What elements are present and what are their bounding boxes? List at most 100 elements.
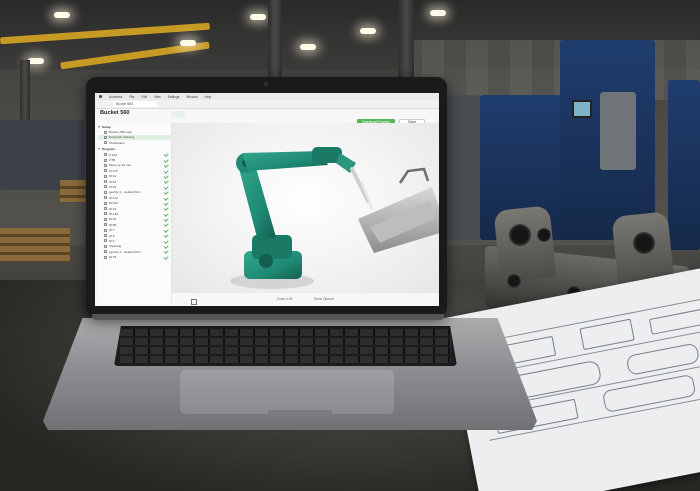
tree-item-label: Robotcell ordering <box>109 135 135 140</box>
tree-item-label: W:101 <box>109 201 118 206</box>
zoom-to-fit-link[interactable]: Zoom to fit <box>277 297 292 301</box>
tree-item[interactable]: W:79 <box>98 254 171 260</box>
ceiling-lamp <box>28 58 44 64</box>
ceiling-lamp <box>54 12 70 18</box>
machine-screen <box>572 100 592 118</box>
operation-icon <box>104 153 107 157</box>
check-icon <box>163 179 169 184</box>
operation-icon <box>104 201 107 205</box>
tree-item-label: W:4 <box>109 238 115 243</box>
laptop-trackpad <box>180 370 394 414</box>
menu-autodesk[interactable]: Autodesk <box>109 95 122 99</box>
menu-file[interactable]: File <box>129 95 134 99</box>
chevron-down-icon[interactable] <box>98 148 100 151</box>
3d-viewport[interactable] <box>172 123 439 293</box>
tool-icon <box>104 141 107 145</box>
file-icon <box>104 130 107 134</box>
program-tree-sidebar: Setup Bucket_560.step Robotcell ordering… <box>98 123 172 303</box>
check-icon <box>163 222 169 228</box>
operation-icon <box>104 217 107 221</box>
operation-icon <box>104 244 107 248</box>
check-icon <box>163 163 169 168</box>
operation-icon <box>104 228 107 232</box>
tree-item-label: W:79 <box>109 255 117 260</box>
tree-item-label: Cleaning <box>109 244 122 249</box>
steel-column <box>268 0 282 78</box>
app-menubar: Autodesk File Edit View Settings Window … <box>95 93 439 100</box>
ceiling-lamp <box>360 28 376 34</box>
chevron-down-icon[interactable] <box>98 125 100 128</box>
operation-icon <box>104 212 107 216</box>
factory-scene: Autodesk File Edit View Settings Window … <box>0 0 700 491</box>
tree-item-label: W:120 <box>109 211 118 216</box>
operation-icon <box>104 239 107 243</box>
program-list: Z:100 Z:55 Move up 10 mm W:113 W:12 W:19 W:22 g… <box>98 152 171 260</box>
robot-icon <box>104 135 107 139</box>
tree-group-label: Program <box>102 147 115 152</box>
check-icon <box>163 190 169 195</box>
tab-bar: Bucket 560 <box>95 100 439 109</box>
webcam <box>264 82 268 86</box>
check-icon <box>163 254 169 260</box>
tree-item-label: geoVle 2 - welded brim <box>109 249 141 254</box>
check-icon <box>163 152 169 157</box>
tree-item-label: Bucket_560.step <box>109 130 133 135</box>
operation-icon <box>104 180 107 184</box>
ceiling-lamp <box>250 14 266 20</box>
menu-help[interactable]: Help <box>205 95 212 99</box>
menu-settings[interactable]: Settings <box>168 95 180 99</box>
tree-item-label: W:19 <box>109 179 117 184</box>
tree-item-label: W:22 <box>109 184 117 189</box>
laptop-keyboard <box>114 326 457 366</box>
operation-icon <box>104 169 107 173</box>
tree-item-label: W:88 <box>109 222 117 227</box>
operation-icon <box>104 158 107 162</box>
robot-cell-render <box>230 147 439 289</box>
robot-arm <box>236 147 373 279</box>
check-icon <box>163 168 169 174</box>
ceiling-lamp <box>430 10 446 16</box>
tree-item-label: W:21 <box>109 206 117 211</box>
viewport-statusbar: Zoom to fit Show Options <box>172 294 439 304</box>
menu-window[interactable]: Window <box>186 95 197 99</box>
wooden-pallet <box>0 228 70 262</box>
tree-item-label: geoVle 1 - welded brim <box>109 190 141 195</box>
tree-item-label: W:94 <box>109 217 117 222</box>
check-icon <box>163 195 169 201</box>
check-icon <box>163 206 169 211</box>
check-icon <box>163 249 169 254</box>
apple-logo-icon <box>99 95 102 98</box>
laptop-lid-notch <box>268 410 332 416</box>
tree-item-label: W:6 <box>109 233 115 238</box>
operation-icon <box>104 207 107 211</box>
project-title: Bucket 560 <box>100 110 130 116</box>
tree-item-label: Toolholders <box>109 140 125 145</box>
menu-view[interactable]: View <box>154 95 161 99</box>
tree-item-label: W:113 <box>109 168 118 173</box>
operation-icon <box>104 255 107 259</box>
bucket-workpiece <box>358 167 439 253</box>
tab-bucket-560[interactable]: Bucket 560 <box>113 101 157 107</box>
tree-item-label: W:172 <box>109 195 118 200</box>
operation-icon <box>104 174 107 178</box>
tree-item-label: Z:55 <box>109 158 116 163</box>
control-panel <box>600 92 636 170</box>
tree-item-label: W:7 <box>109 228 115 233</box>
operation-icon <box>104 196 107 200</box>
toolbar-button[interactable] <box>171 111 185 117</box>
tree-group-label: Setup <box>102 124 111 129</box>
operation-icon <box>104 223 107 227</box>
tree-item-label: Z:100 <box>109 152 117 157</box>
ceiling-lamp <box>300 44 316 50</box>
operation-icon <box>104 190 107 194</box>
operation-icon <box>104 185 107 189</box>
tree-item[interactable]: Toolholders <box>98 140 171 145</box>
check-icon <box>163 233 169 238</box>
tree-item-label: Move up 10 mm <box>109 163 132 168</box>
tree-item-label: W:12 <box>109 174 117 179</box>
menu-edit[interactable]: Edit <box>141 95 147 99</box>
ceiling-lamp <box>180 40 196 46</box>
machine-cabinet <box>445 95 480 240</box>
laptop-display: Autodesk File Edit View Settings Window … <box>95 93 439 306</box>
show-options-link[interactable]: Show Options <box>314 297 334 301</box>
